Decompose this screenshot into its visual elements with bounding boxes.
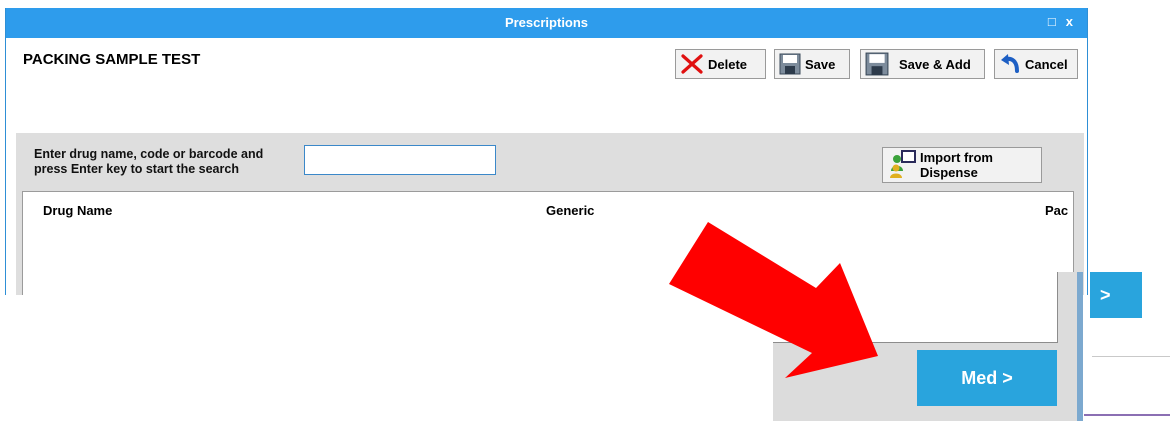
save-label: Save bbox=[805, 56, 836, 72]
save-and-add-label: Save & Add bbox=[899, 56, 971, 72]
save-and-add-button[interactable]: Save & Add bbox=[860, 49, 985, 79]
delete-button[interactable]: Delete bbox=[675, 49, 766, 79]
import-from-dispense-button[interactable]: Import from Dispense bbox=[882, 147, 1042, 183]
table-area-zoomed bbox=[773, 272, 1058, 343]
import-label: Import from Dispense bbox=[920, 150, 993, 180]
window-title: Prescriptions bbox=[504, 15, 589, 30]
column-header-drug-name[interactable]: Drug Name bbox=[43, 203, 112, 218]
drug-search-input[interactable] bbox=[304, 145, 496, 175]
med-next-button[interactable]: Med > bbox=[917, 350, 1057, 406]
column-header-generic[interactable]: Generic bbox=[546, 203, 594, 218]
zoom-inset: Med > bbox=[773, 272, 1083, 421]
window-edge bbox=[1077, 272, 1083, 421]
save-button[interactable]: Save bbox=[774, 49, 850, 79]
maximize-icon[interactable]: □ bbox=[1048, 14, 1056, 29]
cancel-undo-icon bbox=[999, 53, 1021, 75]
background-next-button[interactable]: > bbox=[1090, 272, 1142, 318]
divider bbox=[1092, 356, 1170, 357]
divider bbox=[1084, 414, 1170, 416]
close-icon[interactable]: x bbox=[1066, 14, 1073, 29]
prescriptions-window: Prescriptions □ x PACKING SAMPLE TEST De… bbox=[5, 8, 1088, 295]
cancel-label: Cancel bbox=[1025, 56, 1068, 72]
title-bar[interactable]: Prescriptions □ x bbox=[6, 8, 1087, 38]
import-people-icon bbox=[887, 149, 917, 182]
save-add-disk-icon bbox=[865, 52, 889, 76]
background-window: > bbox=[1084, 0, 1170, 421]
page-title: PACKING SAMPLE TEST bbox=[23, 51, 201, 68]
delete-x-icon bbox=[680, 54, 704, 74]
search-hint: Enter drug name, code or barcode and pre… bbox=[34, 147, 264, 176]
cancel-button[interactable]: Cancel bbox=[994, 49, 1078, 79]
delete-label: Delete bbox=[708, 56, 748, 72]
column-header-pack[interactable]: Pac bbox=[1045, 203, 1068, 218]
save-disk-icon bbox=[779, 53, 801, 75]
drug-search-panel: Enter drug name, code or barcode and pre… bbox=[16, 133, 1084, 295]
